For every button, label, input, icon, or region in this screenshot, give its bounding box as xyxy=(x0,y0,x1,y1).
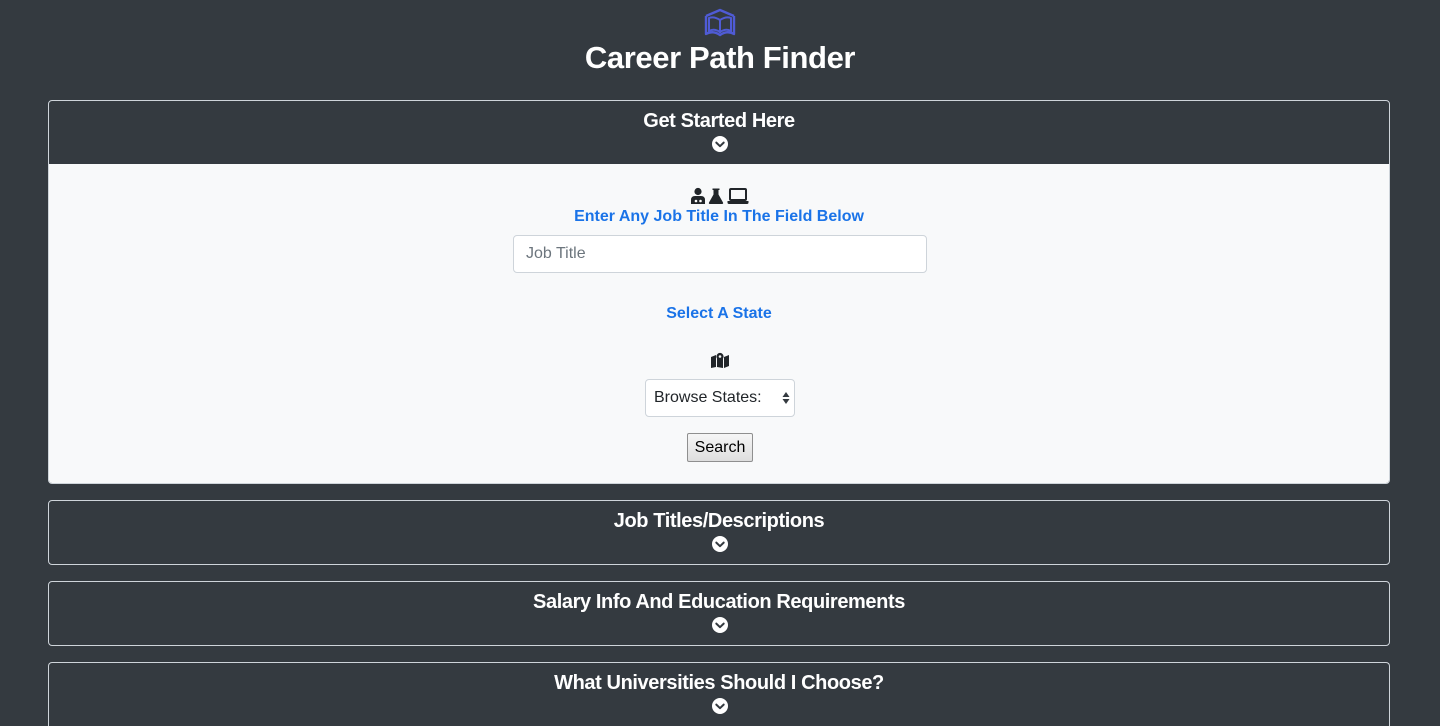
laptop-icon xyxy=(727,188,749,204)
section-job-titles: Job Titles/Descriptions xyxy=(48,500,1390,565)
chevron-down-circle-icon[interactable] xyxy=(712,136,728,152)
state-select[interactable]: Browse States: xyxy=(645,379,795,417)
section-salary-info-header[interactable]: Salary Info And Education Requirements xyxy=(49,582,1389,645)
section-title: Job Titles/Descriptions xyxy=(613,510,825,532)
page-header: Career Path Finder xyxy=(0,0,1440,100)
map-icon xyxy=(711,352,729,368)
job-icons xyxy=(691,187,749,204)
open-book-icon xyxy=(704,8,736,37)
chevron-down-circle-icon[interactable] xyxy=(712,698,728,714)
state-select-value: Browse States: xyxy=(654,389,762,406)
user-doctor-icon xyxy=(691,187,705,204)
search-button[interactable]: Search xyxy=(687,433,753,462)
section-salary-info: Salary Info And Education Requirements xyxy=(48,581,1390,646)
select-arrows-icon xyxy=(782,392,790,404)
section-get-started: Get Started Here Enter Any Job Title In … xyxy=(48,100,1390,484)
section-title: Salary Info And Education Requirements xyxy=(533,591,905,613)
job-title-input[interactable] xyxy=(513,235,927,273)
get-started-form: Enter Any Job Title In The Field Below S… xyxy=(49,164,1389,483)
chevron-down-circle-icon[interactable] xyxy=(712,617,728,633)
chevron-down-circle-icon[interactable] xyxy=(712,536,728,552)
section-title: Get Started Here xyxy=(643,110,795,132)
job-title-label: Enter Any Job Title In The Field Below xyxy=(574,208,864,225)
section-get-started-header[interactable]: Get Started Here xyxy=(49,101,1389,164)
section-universities-header[interactable]: What Universities Should I Choose? xyxy=(49,663,1389,726)
section-universities: What Universities Should I Choose? xyxy=(48,662,1390,726)
flask-icon xyxy=(708,188,724,204)
page-title: Career Path Finder xyxy=(584,40,856,75)
state-label: Select A State xyxy=(666,305,772,322)
section-job-titles-header[interactable]: Job Titles/Descriptions xyxy=(49,501,1389,564)
section-title: What Universities Should I Choose? xyxy=(554,672,884,694)
